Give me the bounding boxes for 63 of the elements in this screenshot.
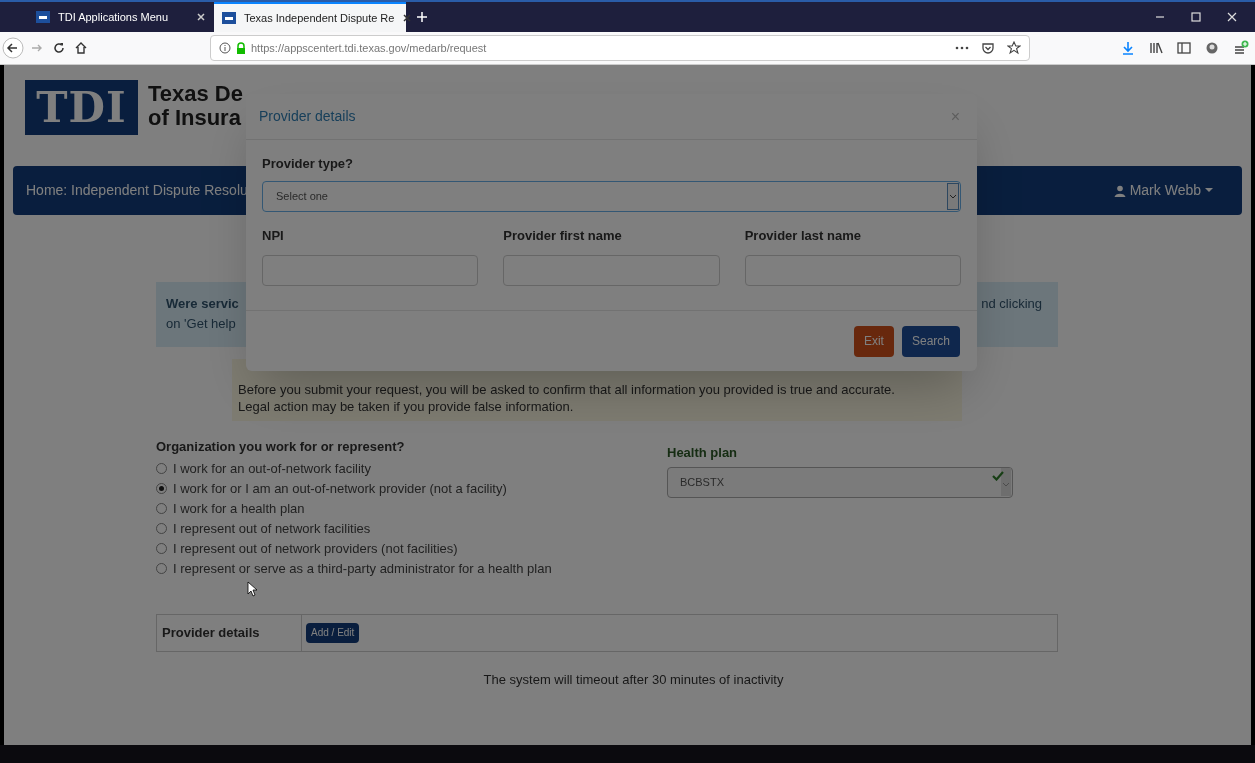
agency-name: of Insura [148,106,242,130]
input-field[interactable] [744,255,961,286]
home-icon[interactable] [74,41,88,55]
info-icon [219,42,231,54]
info-text: nd clicking [981,295,1042,313]
row-label: Provider details [157,614,302,651]
radio-button[interactable] [156,483,167,494]
favicon-icon [36,11,50,23]
info-text: on 'Get help [166,314,237,333]
timeout-notice: The system will timeout after 30 minutes of inactivity [483,670,784,689]
url-text: https://appscentert.tdi.texas.gov/medarb/request [251,40,488,56]
input-field[interactable] [262,255,479,286]
radio-button[interactable] [156,523,167,534]
maximize-icon[interactable] [1191,12,1201,22]
field-label: Provider last name [744,226,862,245]
radio-option[interactable]: I work for or I am an out-of-network provider (not a facility) [156,478,667,499]
radio-option[interactable]: I represent out of network facilities [156,518,667,539]
lock-icon [235,42,247,54]
search-button[interactable]: Search [901,325,960,357]
notice-text: Legal action may be taken if you provide false information. [238,398,575,415]
field-label: NPI [262,226,285,245]
address-bar[interactable]: https://appscentert.tdi.texas.gov/medarb/request [210,35,1030,61]
question-label: Organization you work for or represent? [156,438,406,456]
radio-option[interactable]: I work for an out-of-network facility [156,458,667,479]
close-icon[interactable] [402,13,413,23]
account-icon[interactable] [1205,41,1219,55]
input-field[interactable] [503,255,720,286]
notice-text: Before you submit your request, you will be asked to confirm that all information you provided is true and accurate. [238,381,896,398]
radio-button[interactable] [156,543,167,554]
reload-icon[interactable] [52,41,66,55]
add-edit-button[interactable]: Add / Edit [306,622,360,643]
field-label: Health plan [667,444,739,462]
exit-button[interactable]: Exit [853,325,894,357]
more-icon[interactable] [955,46,969,50]
caret-icon [1205,188,1213,193]
menu-icon[interactable] [1233,40,1249,56]
library-icon[interactable] [1149,41,1163,55]
radio-option[interactable]: I represent out of network providers (not facilities) [156,538,667,559]
favicon-icon [222,12,236,24]
radio-button[interactable] [156,503,167,514]
health-plan-select[interactable]: BCBSTX [667,466,1013,498]
back-icon[interactable] [2,37,24,59]
field-label: Provider type? [262,155,355,173]
radio-button[interactable] [156,463,167,474]
user-icon [1113,184,1126,197]
dialog-title: Provider details [259,107,356,126]
radio-button[interactable] [156,563,167,574]
provider-type-select[interactable]: Select one [262,180,961,212]
field-label: Provider first name [503,226,623,245]
agency-name: Texas De [148,82,243,106]
pointer-cursor-icon [247,581,257,597]
info-text: Were servic [166,295,239,313]
download-icon[interactable] [1121,41,1135,55]
pocket-icon[interactable] [981,41,995,55]
sidebar-icon[interactable] [1177,41,1191,55]
radio-option[interactable]: I work for a health plan [156,498,667,519]
tab-title: Texas Independent Dispute Re [244,10,395,26]
radio-option[interactable]: I represent or serve as a third-party administrator for a health plan [156,558,667,579]
new-tab-icon[interactable] [416,11,428,23]
user-menu[interactable]: Mark Webb [1113,180,1213,201]
tab-title: TDI Applications Menu [58,9,170,25]
tdi-logo: TDI [25,80,138,135]
star-icon[interactable] [1007,41,1021,55]
